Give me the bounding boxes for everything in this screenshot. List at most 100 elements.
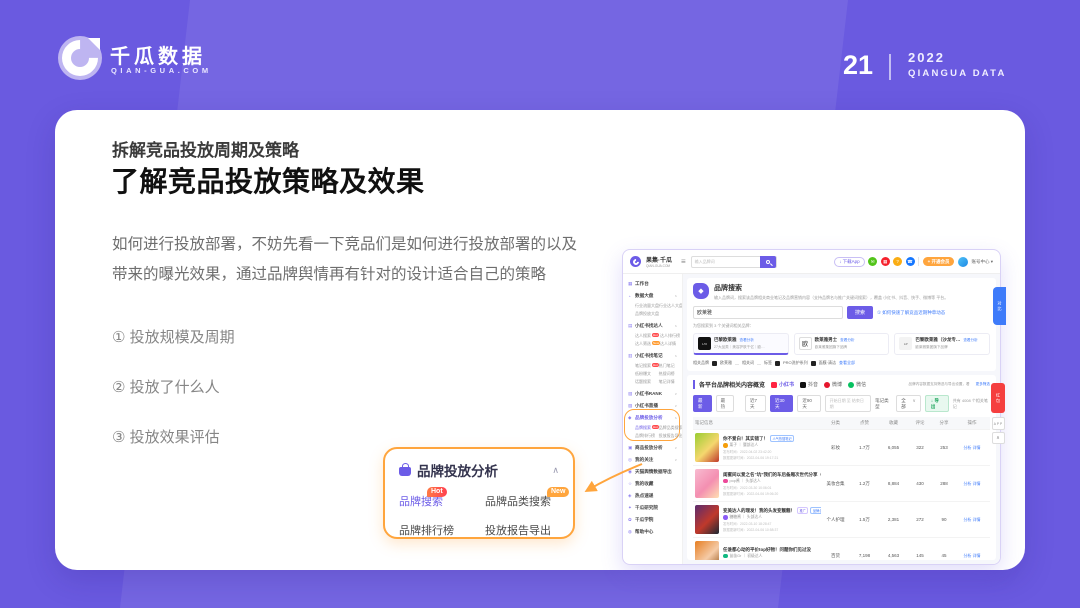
related-chip[interactable]: PRO洗护系列 [783,360,808,366]
help-icon[interactable]: ? [893,257,902,266]
menu-item-brand-ranking[interactable]: 品牌排行榜 [399,522,485,538]
search-tip-link[interactable]: ① 如何快速了解竞品近期种草动态 [877,310,945,316]
sidebar-item-favorites[interactable]: ☆ 我的收藏 [628,478,679,490]
menu-item-brand-search[interactable]: 品牌搜索 Hot [399,493,485,509]
menu-item-report-export[interactable]: 投放报告导出 [485,522,559,538]
app-float-button[interactable]: APP [992,417,1005,430]
account-dropdown[interactable]: 账号中心 ▾ [971,259,993,265]
tab-weixin[interactable]: 微信 [848,381,866,388]
range-90d-button[interactable]: 近90天 [797,395,820,412]
detail-link[interactable]: 详情 [973,445,981,450]
chevron-up-icon[interactable]: ∧ [552,465,559,476]
analyze-link[interactable]: 分析 [963,517,971,522]
sidebar-item-follows[interactable]: ◎ 我的关注 ∨ [628,454,679,466]
sidebar-sub-item[interactable]: 低粉爆文 [635,371,659,377]
sidebar-sub-item[interactable]: 热搜词榜 [659,371,679,377]
sidebar-item-workbench[interactable]: ▦ 工作台 [628,278,679,290]
sidebar-item-brand-analysis[interactable]: ◆ 品牌投放分析 ∧ [628,412,679,424]
detail-link[interactable]: 详情 [973,481,981,486]
sidebar-item-tmall-export[interactable]: ◉ 天猫舆情数据导出 [628,466,679,478]
kol-icon: ▤ [628,323,633,329]
vip-button[interactable]: + 开通会员 [923,257,955,266]
related-chip[interactable]: 欧莱雅 [720,360,732,366]
sidebar-sub-item[interactable]: 笔记详情 [659,379,679,385]
sidebar-sub-item[interactable]: 品牌排行榜 [635,433,659,439]
date-range-input[interactable]: 开始日期 至 结束日期 [825,395,871,412]
sidebar-sub-item[interactable]: 热门笔记 [659,363,679,369]
sidebar-item-find-notes[interactable]: ▥ 小红书找笔记 ∧ [628,350,679,362]
view-analysis-link[interactable]: 查看分析 [740,338,754,343]
related-chip[interactable]: 面膜·清洁 [819,360,836,366]
search-button[interactable] [760,256,776,268]
analyze-link[interactable]: 分析 [963,481,971,486]
more-filters-link[interactable]: 更多筛选 [976,382,990,387]
table-row[interactable]: 任谁都心动的平价top好物！问题你们见过没 苗苗Gr ｜ 初级达人 发布时间：2… [693,537,990,560]
topbar-search-input[interactable]: 输入品牌词 [691,256,777,268]
view-all-link[interactable]: 查看全部 [839,360,855,366]
range-30d-button[interactable]: 近30天 [770,395,793,412]
sidebar-sub-item[interactable]: 行业达人大盘 [659,303,683,309]
view-analysis-link[interactable]: 查看分析 [963,338,977,343]
sidebar-sub-item[interactable]: 达人筛选New [635,341,660,347]
table-row[interactable]: 你不爱白！其实错了！人气热搜笔记 栗子 ｜ 腰部达人 发布时间：2022-04-… [693,429,990,465]
brand-card-loreal-paris[interactable]: L'O 巴黎欧莱雅 查看分析 27大品类｜美容护肤千亿｜欧… [693,333,789,355]
sidebar-item-live[interactable]: ▨ 小红书直播 ∨ [628,400,679,412]
view-analysis-link[interactable]: 查看分析 [840,338,854,343]
sort-newest-button[interactable]: 最新 [693,395,712,412]
sidebar-sub-item[interactable]: 达人详情 [660,341,680,347]
search-icon [766,260,770,264]
analyze-link[interactable]: 分析 [963,553,971,558]
note-thumbnail [695,505,719,534]
sidebar-item-research[interactable]: ✦ 千瓜研究院 [628,502,679,514]
sidebar-item-help[interactable]: ◍ 帮助中心 [628,526,679,538]
brand-search-input[interactable]: 欧莱雅 [693,306,843,319]
tab-weibo[interactable]: 微博 [824,381,842,388]
author-name: 糖糖酱 ｜ 头部达人 [730,515,762,520]
publish-time: 发布时间：2022-04-02 23:42:20 [723,449,821,454]
avatar[interactable] [958,257,968,267]
sidebar-subs: 品牌搜索Hot 品牌品类搜索New 品牌排行榜 投放报告导出 [628,425,679,439]
sidebar-sub-item[interactable]: 达人搜索Hot [635,333,660,339]
sidebar-item-data-dashboard[interactable]: ◔ 数据大盘 ∧ [628,290,679,302]
menu-item-brand-category-search[interactable]: 品牌品类搜索 New [485,493,559,509]
message-icon[interactable]: ✉ [868,257,877,266]
sidebar-item-product-analysis[interactable]: ▣ 商品投放分析 ∨ [628,442,679,454]
table-row[interactable]: 闺蜜间以爱之名“坑”我们的车后备厢次世代分享（7 pop酱 ｜ 头部达人 发布时… [693,465,990,501]
table-row[interactable]: 变美达人的理发！我的头发变靓靓！推广品牌合作笔记 糖糖酱 ｜ 头部达人 发布时间… [693,501,990,537]
sidebar-item-academy[interactable]: ✿ 千瓜学院 [628,514,679,526]
sidebar-item-find-kol[interactable]: ▤ 小红书找达人 ∧ [628,320,679,332]
detail-link[interactable]: 详情 [973,517,981,522]
sidebar-sub-item[interactable]: 品牌品类搜索New [659,425,683,431]
sidebar-sub-item[interactable]: 话题搜索 [635,379,659,385]
brand-card-loreal-men[interactable]: 欧 欧莱雅男士 查看分析 欧莱雅集团旗下品牌 [794,333,890,355]
related-word[interactable]: 标签 [764,360,772,366]
back-to-top-button[interactable]: ∧ [992,432,1005,444]
hamburger-icon[interactable]: ≡ [681,257,686,266]
tab-xiaohongshu[interactable]: 小红书 [771,381,794,388]
sidebar-sub-item-brand-search[interactable]: 品牌搜索Hot [635,425,659,431]
tab-douyin[interactable]: 抖音 [800,381,818,388]
download-app-button[interactable]: ↓ 下载App [834,257,864,267]
sidebar-sub-item[interactable]: 笔记搜索Hot [635,363,659,369]
sidebar-sub-item[interactable]: 品牌投放大盘 [635,311,659,317]
brand-search-button[interactable]: 搜索 [847,306,873,319]
gift-icon[interactable]: ▦ [881,257,890,266]
notes-icon: ▥ [628,353,633,359]
brand-title: 巴黎欧莱雅（沙龙专… [915,337,960,343]
export-button[interactable]: ↓ 导出 [925,395,949,412]
sidebar-item-hotspots[interactable]: ◈ 热点速递 [628,490,679,502]
note-type-select[interactable]: 全部 ∨ [896,395,921,412]
sort-hottest-button[interactable]: 最热 [716,395,735,412]
sidebar-sub-item[interactable]: 投放报告导出 [659,433,683,439]
sidebar-item-rank[interactable]: ▧ 小红书RANK ∨ [628,388,679,400]
range-7d-button[interactable]: 近7天 [745,395,766,412]
service-icon[interactable]: ☎ [906,257,915,266]
redpacket-float-button[interactable]: 红包 [991,383,1005,413]
detail-link[interactable]: 详情 [973,553,981,558]
sidebar-sub-item[interactable]: 行业流量大盘 [635,303,659,309]
compare-float-button[interactable]: 对比 [993,287,1006,325]
analyze-link[interactable]: 分析 [963,445,971,450]
related-word[interactable]: 相关词 [742,360,754,366]
sidebar-sub-item[interactable]: 达人排行榜 [660,333,680,339]
brand-card-loreal-salon[interactable]: LP 巴黎欧莱雅（沙龙专… 查看分析 欧莱雅集团旗下品牌 [894,333,990,355]
